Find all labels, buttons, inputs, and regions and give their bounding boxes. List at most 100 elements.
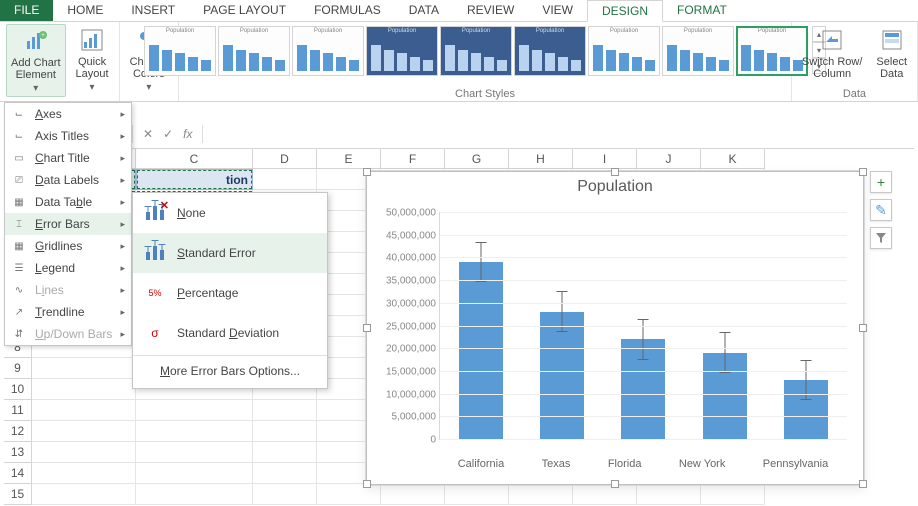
cell[interactable]	[253, 169, 317, 190]
menu-legend[interactable]: ☰Legend▸	[5, 257, 131, 279]
cell[interactable]	[381, 484, 445, 505]
cell[interactable]	[32, 358, 136, 379]
menu-axis-titles[interactable]: ⌙Axis Titles▸	[5, 125, 131, 147]
chart-filters-button[interactable]	[870, 227, 892, 249]
tab-review[interactable]: REVIEW	[453, 0, 528, 21]
menu-chart-title[interactable]: ▭Chart Title▸	[5, 147, 131, 169]
tab-page-layout[interactable]: PAGE LAYOUT	[189, 0, 300, 21]
cell[interactable]	[136, 442, 253, 463]
resize-handle[interactable]	[859, 168, 867, 176]
cell[interactable]	[136, 400, 253, 421]
menu-axes[interactable]: ⌙Axes▸	[5, 103, 131, 125]
chart-style-6[interactable]: Population	[514, 26, 586, 76]
cell[interactable]	[317, 484, 381, 505]
cell[interactable]	[253, 400, 317, 421]
cell[interactable]	[32, 484, 136, 505]
cell[interactable]	[701, 484, 765, 505]
resize-handle[interactable]	[859, 480, 867, 488]
menu-error-bars[interactable]: ⌶Error Bars▸	[5, 213, 131, 235]
row-header[interactable]: 9	[4, 358, 32, 379]
menu-gridlines[interactable]: ▦Gridlines▸	[5, 235, 131, 257]
tab-formulas[interactable]: FORMULAS	[300, 0, 395, 21]
errorbars-percentage[interactable]: 5% Percentage	[133, 273, 327, 313]
errorbars-standard-error[interactable]: Standard Error	[133, 233, 327, 273]
resize-handle[interactable]	[859, 324, 867, 332]
fx-icon[interactable]: fx	[183, 127, 192, 141]
y-tick-label: 20,000,000	[386, 344, 440, 355]
error-bars-submenu: ✕ None Standard Error 5% Percentage σ St…	[132, 192, 328, 389]
menu-updown-bars: ⇵Up/Down Bars▸	[5, 323, 131, 345]
col-D[interactable]: D	[253, 149, 317, 169]
col-C[interactable]: C	[136, 149, 253, 169]
row-header[interactable]: 15	[4, 484, 32, 505]
row-header[interactable]: 12	[4, 421, 32, 442]
cell[interactable]	[253, 484, 317, 505]
col-G[interactable]: G	[445, 149, 509, 169]
col-E[interactable]: E	[317, 149, 381, 169]
chart-style-7[interactable]: Population	[588, 26, 660, 76]
cell[interactable]	[445, 484, 509, 505]
chart-style-5[interactable]: Population	[440, 26, 512, 76]
errorbars-none[interactable]: ✕ None	[133, 193, 327, 233]
stddev-icon: σ	[143, 323, 167, 343]
col-F[interactable]: F	[381, 149, 445, 169]
cell[interactable]	[253, 463, 317, 484]
chart-style-8[interactable]: Population	[662, 26, 734, 76]
switch-row-column-button[interactable]: Switch Row/ Column	[798, 24, 867, 82]
chart-style-4[interactable]: Population	[366, 26, 438, 76]
col-H[interactable]: H	[509, 149, 573, 169]
chart-style-2[interactable]: Population	[218, 26, 290, 76]
chart-style-1[interactable]: Population	[144, 26, 216, 76]
cell[interactable]	[573, 484, 637, 505]
fx-cancel-icon[interactable]: ✕	[143, 127, 153, 141]
cell[interactable]	[32, 421, 136, 442]
tab-view[interactable]: VIEW	[528, 0, 587, 21]
bar[interactable]	[459, 262, 503, 439]
cell[interactable]	[136, 421, 253, 442]
col-K[interactable]: K	[701, 149, 765, 169]
row-header[interactable]: 10	[4, 379, 32, 400]
row-header[interactable]: 11	[4, 400, 32, 421]
col-J[interactable]: J	[637, 149, 701, 169]
chart-style-3[interactable]: Population	[292, 26, 364, 76]
resize-handle[interactable]	[363, 168, 371, 176]
cell[interactable]	[253, 442, 317, 463]
row-header[interactable]: 14	[4, 463, 32, 484]
resize-handle[interactable]	[611, 168, 619, 176]
chart-add-element-button[interactable]: +	[870, 171, 892, 193]
plot-area[interactable]: 05,000,00010,000,00015,000,00020,000,000…	[439, 212, 847, 440]
fx-enter-icon[interactable]: ✓	[163, 127, 173, 141]
row-header[interactable]: 13	[4, 442, 32, 463]
chart-object[interactable]: Population 05,000,00010,000,00015,000,00…	[366, 171, 864, 485]
chart-styles-button[interactable]: ✎	[870, 199, 892, 221]
cell[interactable]	[32, 463, 136, 484]
cell[interactable]	[136, 463, 253, 484]
errorbars-standard-deviation[interactable]: σ Standard Deviation	[133, 313, 327, 353]
errorbars-more-options[interactable]: More Error Bars Options...	[133, 358, 327, 384]
resize-handle[interactable]	[363, 324, 371, 332]
cell[interactable]	[32, 442, 136, 463]
menu-trendline[interactable]: ↗Trendline▸	[5, 301, 131, 323]
tab-format[interactable]: FORMAT	[663, 0, 741, 21]
col-I[interactable]: I	[573, 149, 637, 169]
select-data-button[interactable]: Select Data	[872, 24, 911, 82]
quick-layout-button[interactable]: Quick Layout ▾	[72, 24, 113, 97]
tab-insert[interactable]: INSERT	[117, 0, 189, 21]
cell[interactable]: tion	[136, 169, 253, 190]
tab-home[interactable]: HOME	[53, 0, 117, 21]
tab-file[interactable]: FILE	[0, 0, 53, 21]
add-chart-element-button[interactable]: + Add Chart Element ▾	[6, 24, 66, 97]
cell[interactable]	[637, 484, 701, 505]
resize-handle[interactable]	[363, 480, 371, 488]
menu-data-table[interactable]: ▦Data Table▸	[5, 191, 131, 213]
cell[interactable]	[136, 484, 253, 505]
tab-data[interactable]: DATA	[395, 0, 453, 21]
cell[interactable]	[32, 400, 136, 421]
cell[interactable]	[509, 484, 573, 505]
cell[interactable]	[32, 379, 136, 400]
tab-design[interactable]: DESIGN	[587, 0, 663, 22]
formula-bar: ✕ ✓ fx	[132, 122, 914, 146]
resize-handle[interactable]	[611, 480, 619, 488]
menu-data-labels[interactable]: ⎚Data Labels▸	[5, 169, 131, 191]
cell[interactable]	[253, 421, 317, 442]
